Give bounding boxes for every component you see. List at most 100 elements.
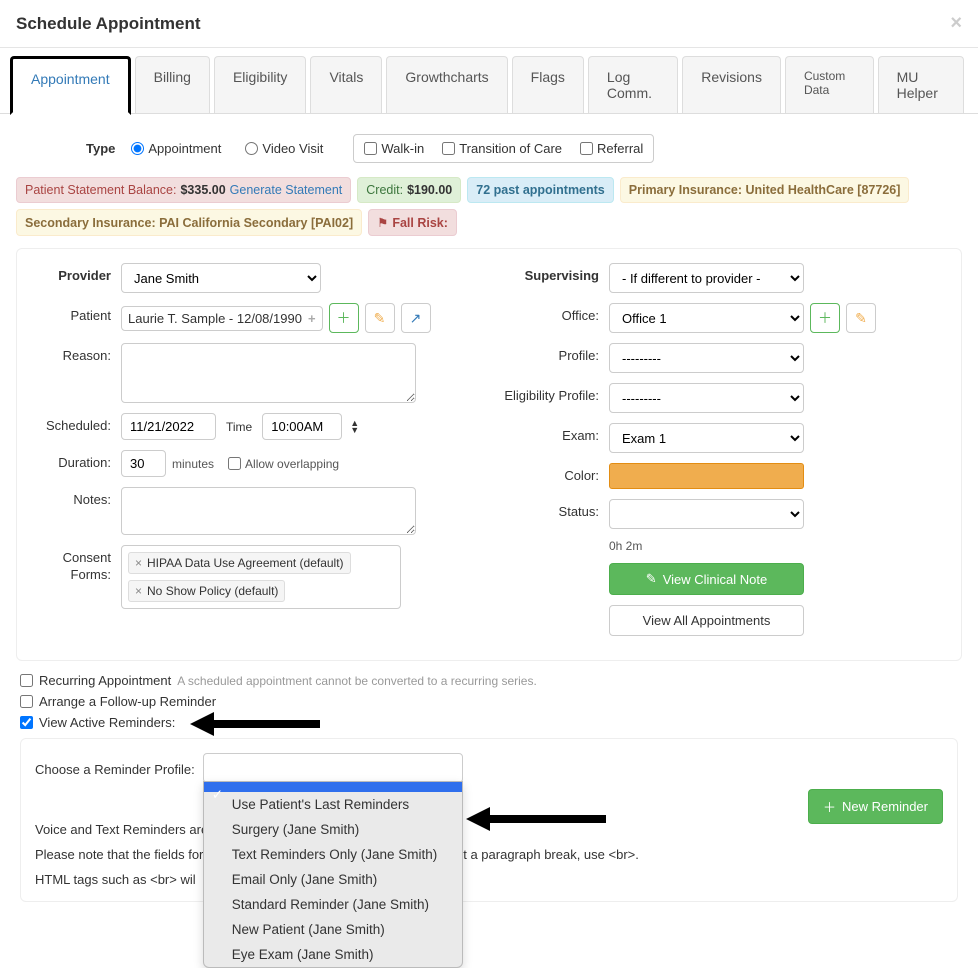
notes-textarea[interactable] xyxy=(121,487,416,535)
check-walkin[interactable]: Walk-in xyxy=(364,141,424,156)
reason-label: Reason: xyxy=(31,343,121,363)
remove-consent-icon[interactable]: × xyxy=(135,556,142,570)
time-label: Time xyxy=(226,420,252,434)
scheduled-label: Scheduled: xyxy=(31,413,121,433)
tab-revisions[interactable]: Revisions xyxy=(682,56,781,113)
reminder-option-blank[interactable] xyxy=(204,782,462,792)
add-office-button[interactable]: ＋ xyxy=(810,303,840,333)
view-all-appointments-button[interactable]: View All Appointments xyxy=(609,605,804,636)
reminder-note-2a: Please note that the fields for xyxy=(35,847,203,862)
followup-label: Arrange a Follow-up Reminder xyxy=(39,694,216,709)
plus-icon: ＋ xyxy=(823,797,836,816)
reminder-option-text[interactable]: Text Reminders Only (Jane Smith) xyxy=(204,842,462,867)
remove-consent-icon[interactable]: × xyxy=(135,584,142,598)
profile-select[interactable]: --------- xyxy=(609,343,804,373)
radio-appointment-label: Appointment xyxy=(148,141,221,156)
status-label: Status: xyxy=(499,499,609,519)
edit-patient-button[interactable]: ✎ xyxy=(365,303,395,333)
reminder-option-eyeexam[interactable]: Eye Exam (Jane Smith) xyxy=(204,942,462,967)
secondary-ins-text: Secondary Insurance: PAI California Seco… xyxy=(25,216,353,230)
tab-log-comm[interactable]: Log Comm. xyxy=(588,56,678,113)
consent-tag-hipaa: × HIPAA Data Use Agreement (default) xyxy=(128,552,351,574)
reminder-option-surgery[interactable]: Surgery (Jane Smith) xyxy=(204,817,462,842)
type-label: Type xyxy=(86,141,115,156)
recurring-checkbox[interactable] xyxy=(20,674,33,687)
consent-forms-box[interactable]: × HIPAA Data Use Agreement (default) ×No … xyxy=(121,545,401,609)
supervising-select[interactable]: - If different to provider - xyxy=(609,263,804,293)
check-referral[interactable]: Referral xyxy=(580,141,643,156)
close-icon[interactable]: × xyxy=(950,12,962,35)
color-label: Color: xyxy=(499,463,609,483)
followup-checkbox[interactable] xyxy=(20,695,33,708)
badge-fall-risk: ⚑ Fall Risk: xyxy=(368,209,457,236)
duration-input[interactable] xyxy=(121,450,166,477)
duration-label: Duration: xyxy=(31,450,121,470)
recurring-hint: A scheduled appointment cannot be conver… xyxy=(177,674,537,688)
tab-mu-helper[interactable]: MU Helper xyxy=(878,56,964,113)
tab-growthcharts[interactable]: Growthcharts xyxy=(386,56,507,113)
tab-vitals[interactable]: Vitals xyxy=(310,56,382,113)
badge-credit: Credit: $190.00 xyxy=(357,177,461,203)
reminder-option-email[interactable]: Email Only (Jane Smith) xyxy=(204,867,462,892)
view-clinical-note-button[interactable]: ✎ View Clinical Note xyxy=(609,563,804,595)
tab-flags[interactable]: Flags xyxy=(512,56,584,113)
badge-past-appointments[interactable]: 72 past appointments xyxy=(467,177,614,203)
reminder-option-last[interactable]: Use Patient's Last Reminders xyxy=(204,792,462,817)
patient-field[interactable]: Laurie T. Sample - 12/08/1990 + xyxy=(121,306,323,331)
modal-title: Schedule Appointment xyxy=(16,14,201,34)
statement-amount: $335.00 xyxy=(180,183,225,197)
reminder-profile-select[interactable] xyxy=(203,753,463,783)
scheduled-date-input[interactable] xyxy=(121,413,216,440)
generate-statement-link[interactable]: Generate Statement xyxy=(230,183,343,197)
eligibility-profile-select[interactable]: --------- xyxy=(609,383,804,413)
status-time: 0h 2m xyxy=(609,539,642,553)
status-select[interactable] xyxy=(609,499,804,529)
statement-label: Patient Statement Balance: xyxy=(25,183,176,197)
check-walkin-label: Walk-in xyxy=(381,141,424,156)
patient-label: Patient xyxy=(31,303,121,323)
tab-custom-data[interactable]: Custom Data xyxy=(785,56,874,113)
edit-office-button[interactable]: ✎ xyxy=(846,303,876,333)
fallrisk-text: Fall Risk: xyxy=(392,216,448,230)
consent-label: Consent Forms: xyxy=(31,545,121,584)
new-reminder-button[interactable]: ＋ New Reminder xyxy=(808,789,943,824)
allow-overlap-check[interactable]: Allow overlapping xyxy=(228,457,339,471)
radio-appointment[interactable]: Appointment xyxy=(131,141,221,156)
consent-tag-noshow: ×No Show Policy (default) xyxy=(128,580,285,602)
annotation-arrow-icon xyxy=(466,807,606,831)
radio-video-visit[interactable]: Video Visit xyxy=(245,141,323,156)
reminder-note-1: Voice and Text Reminders are xyxy=(35,822,208,837)
tab-appointment[interactable]: Appointment xyxy=(10,56,131,115)
reason-textarea[interactable] xyxy=(121,343,416,403)
provider-select[interactable]: Jane Smith xyxy=(121,263,321,293)
exam-select[interactable]: Exam 1 xyxy=(609,423,804,453)
credit-amount: $190.00 xyxy=(407,183,452,197)
view-active-reminders-checkbox[interactable] xyxy=(20,716,33,729)
reminder-profile-dropdown: Use Patient's Last Reminders Surgery (Ja… xyxy=(203,781,463,968)
check-transition[interactable]: Transition of Care xyxy=(442,141,562,156)
external-link-button[interactable]: ↗ xyxy=(401,303,431,333)
reminder-option-newpatient[interactable]: New Patient (Jane Smith) xyxy=(204,917,462,942)
color-swatch[interactable] xyxy=(609,463,804,489)
new-reminder-label: New Reminder xyxy=(842,799,928,814)
check-referral-label: Referral xyxy=(597,141,643,156)
notes-label: Notes: xyxy=(31,487,121,507)
choose-reminder-label: Choose a Reminder Profile: xyxy=(35,762,195,777)
past-appts-text: 72 past appointments xyxy=(476,183,605,197)
add-patient-button[interactable]: ＋ xyxy=(329,303,359,333)
tab-billing[interactable]: Billing xyxy=(135,56,210,113)
time-spinner[interactable]: ▲▼ xyxy=(350,420,359,434)
edit-icon: ✎ xyxy=(646,571,657,587)
minutes-label: minutes xyxy=(172,457,214,471)
patient-add-icon[interactable]: + xyxy=(308,311,316,326)
reminder-option-standard[interactable]: Standard Reminder (Jane Smith) xyxy=(204,892,462,917)
tab-eligibility[interactable]: Eligibility xyxy=(214,56,306,113)
primary-ins-text: Primary Insurance: United HealthCare [87… xyxy=(629,183,901,197)
reminder-note-3: HTML tags such as <br> wil xyxy=(35,872,196,887)
office-select[interactable]: Office 1 xyxy=(609,303,804,333)
consent1-text: HIPAA Data Use Agreement (default) xyxy=(147,556,344,570)
flag-icon: ⚑ xyxy=(377,215,388,230)
scheduled-time-input[interactable] xyxy=(262,413,342,440)
view-note-label: View Clinical Note xyxy=(663,572,768,587)
supervising-label: Supervising xyxy=(499,263,609,283)
